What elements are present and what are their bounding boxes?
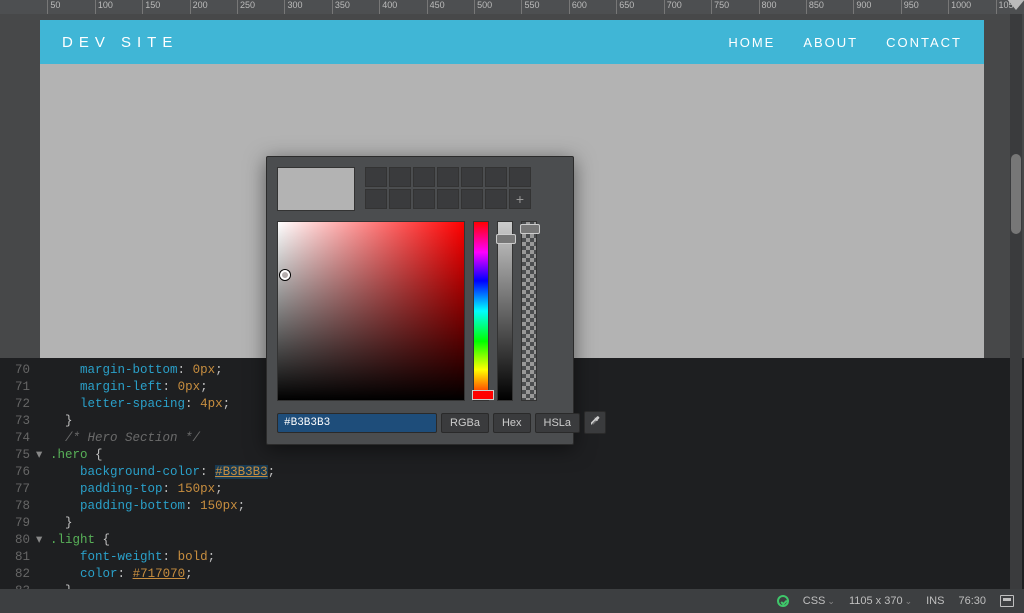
status-bar: CSS⌄ 1105 x 370⌄ INS 76:30 — [0, 589, 1024, 613]
swatch-slot[interactable] — [389, 189, 411, 209]
scrollbar-thumb[interactable] — [1011, 154, 1021, 234]
format-rgba-button[interactable]: RGBa — [441, 413, 489, 433]
site-navlinks: HOME ABOUT CONTACT — [728, 35, 962, 50]
fold-toggle — [36, 396, 50, 413]
code-content[interactable]: } — [50, 413, 73, 430]
line-number: 81 — [0, 549, 36, 566]
line-number: 78 — [0, 498, 36, 515]
add-swatch-button[interactable]: + — [509, 189, 531, 209]
code-line[interactable]: 78 padding-bottom: 150px; — [0, 498, 1024, 515]
sv-cursor[interactable] — [280, 270, 290, 280]
code-line[interactable]: 81 font-weight: bold; — [0, 549, 1024, 566]
panel-icon[interactable] — [1000, 595, 1014, 607]
swatch-slot[interactable] — [413, 167, 435, 187]
fold-toggle — [36, 430, 50, 447]
fold-toggle — [36, 362, 50, 379]
swatch-slot[interactable] — [437, 167, 459, 187]
line-number: 82 — [0, 566, 36, 583]
site-brand: DEV SITE — [62, 34, 178, 51]
nav-link-contact[interactable]: CONTACT — [886, 35, 962, 50]
code-line[interactable]: 76 background-color: #B3B3B3; — [0, 464, 1024, 481]
status-cursor-position: 76:30 — [958, 595, 986, 607]
fold-toggle — [36, 566, 50, 583]
hue-slider[interactable] — [473, 221, 489, 401]
status-ok-icon — [777, 595, 789, 607]
status-language[interactable]: CSS⌄ — [803, 595, 835, 607]
line-number: 72 — [0, 396, 36, 413]
code-content[interactable]: font-weight: bold; — [50, 549, 215, 566]
swatch-slot[interactable] — [461, 189, 483, 209]
swatch-slot[interactable] — [485, 189, 507, 209]
fold-toggle — [36, 481, 50, 498]
alpha-slider[interactable] — [521, 221, 537, 401]
saved-swatches-grid: + — [365, 167, 563, 211]
line-number: 75 — [0, 447, 36, 464]
fold-toggle[interactable]: ▾ — [36, 532, 50, 549]
line-number: 77 — [0, 481, 36, 498]
status-insert-mode[interactable]: INS — [926, 595, 944, 607]
swatch-slot[interactable] — [509, 167, 531, 187]
code-content[interactable]: background-color: #B3B3B3; — [50, 464, 275, 481]
status-viewport[interactable]: 1105 x 370⌄ — [849, 595, 912, 607]
swatch-slot[interactable] — [413, 189, 435, 209]
code-content[interactable]: margin-left: 0px; — [50, 379, 208, 396]
line-number: 80 — [0, 532, 36, 549]
vertical-scrollbar[interactable] — [1010, 14, 1022, 589]
code-content[interactable]: margin-bottom: 0px; — [50, 362, 223, 379]
lightness-slider[interactable] — [497, 221, 513, 401]
eyedropper-icon — [589, 415, 601, 427]
code-line[interactable]: 75▾.hero { — [0, 447, 1024, 464]
code-content[interactable]: color: #717070; — [50, 566, 193, 583]
line-number: 74 — [0, 430, 36, 447]
format-hex-button[interactable]: Hex — [493, 413, 531, 433]
fold-toggle — [36, 413, 50, 430]
nav-link-home[interactable]: HOME — [728, 35, 775, 50]
line-number: 79 — [0, 515, 36, 532]
current-color-swatch — [277, 167, 355, 211]
hex-input[interactable] — [277, 413, 437, 433]
code-content[interactable]: padding-top: 150px; — [50, 481, 223, 498]
fold-toggle — [36, 464, 50, 481]
code-content[interactable]: letter-spacing: 4px; — [50, 396, 230, 413]
line-number: 71 — [0, 379, 36, 396]
code-line[interactable]: 77 padding-top: 150px; — [0, 481, 1024, 498]
fold-toggle — [36, 549, 50, 566]
fold-toggle[interactable]: ▾ — [36, 447, 50, 464]
line-number: 70 — [0, 362, 36, 379]
nav-link-about[interactable]: ABOUT — [803, 35, 858, 50]
swatch-slot[interactable] — [437, 189, 459, 209]
code-content[interactable]: /* Hero Section */ — [50, 430, 200, 447]
line-number: 73 — [0, 413, 36, 430]
horizontal-ruler: 5010015020025030035040045050055060065070… — [0, 0, 1024, 14]
eyedropper-button[interactable] — [584, 411, 606, 434]
code-line[interactable]: 79 } — [0, 515, 1024, 532]
code-content[interactable]: } — [50, 515, 73, 532]
swatch-slot[interactable] — [365, 189, 387, 209]
code-content[interactable]: .hero { — [50, 447, 103, 464]
fold-toggle — [36, 379, 50, 396]
code-line[interactable]: 82 color: #717070; — [0, 566, 1024, 583]
line-number: 76 — [0, 464, 36, 481]
site-navbar: DEV SITE HOME ABOUT CONTACT — [40, 20, 984, 64]
sv-color-field[interactable] — [277, 221, 465, 401]
slider-thumb[interactable] — [520, 224, 540, 234]
color-picker-panel: + RGBa Hex HSLa — [266, 156, 574, 445]
swatch-slot[interactable] — [461, 167, 483, 187]
swatch-slot[interactable] — [365, 167, 387, 187]
swatch-slot[interactable] — [485, 167, 507, 187]
code-content[interactable]: .light { — [50, 532, 110, 549]
code-line[interactable]: 80▾.light { — [0, 532, 1024, 549]
fold-toggle — [36, 515, 50, 532]
fold-toggle — [36, 498, 50, 515]
slider-thumb[interactable] — [496, 234, 516, 244]
format-hsla-button[interactable]: HSLa — [535, 413, 581, 433]
swatch-slot[interactable] — [389, 167, 411, 187]
code-content[interactable]: padding-bottom: 150px; — [50, 498, 245, 515]
